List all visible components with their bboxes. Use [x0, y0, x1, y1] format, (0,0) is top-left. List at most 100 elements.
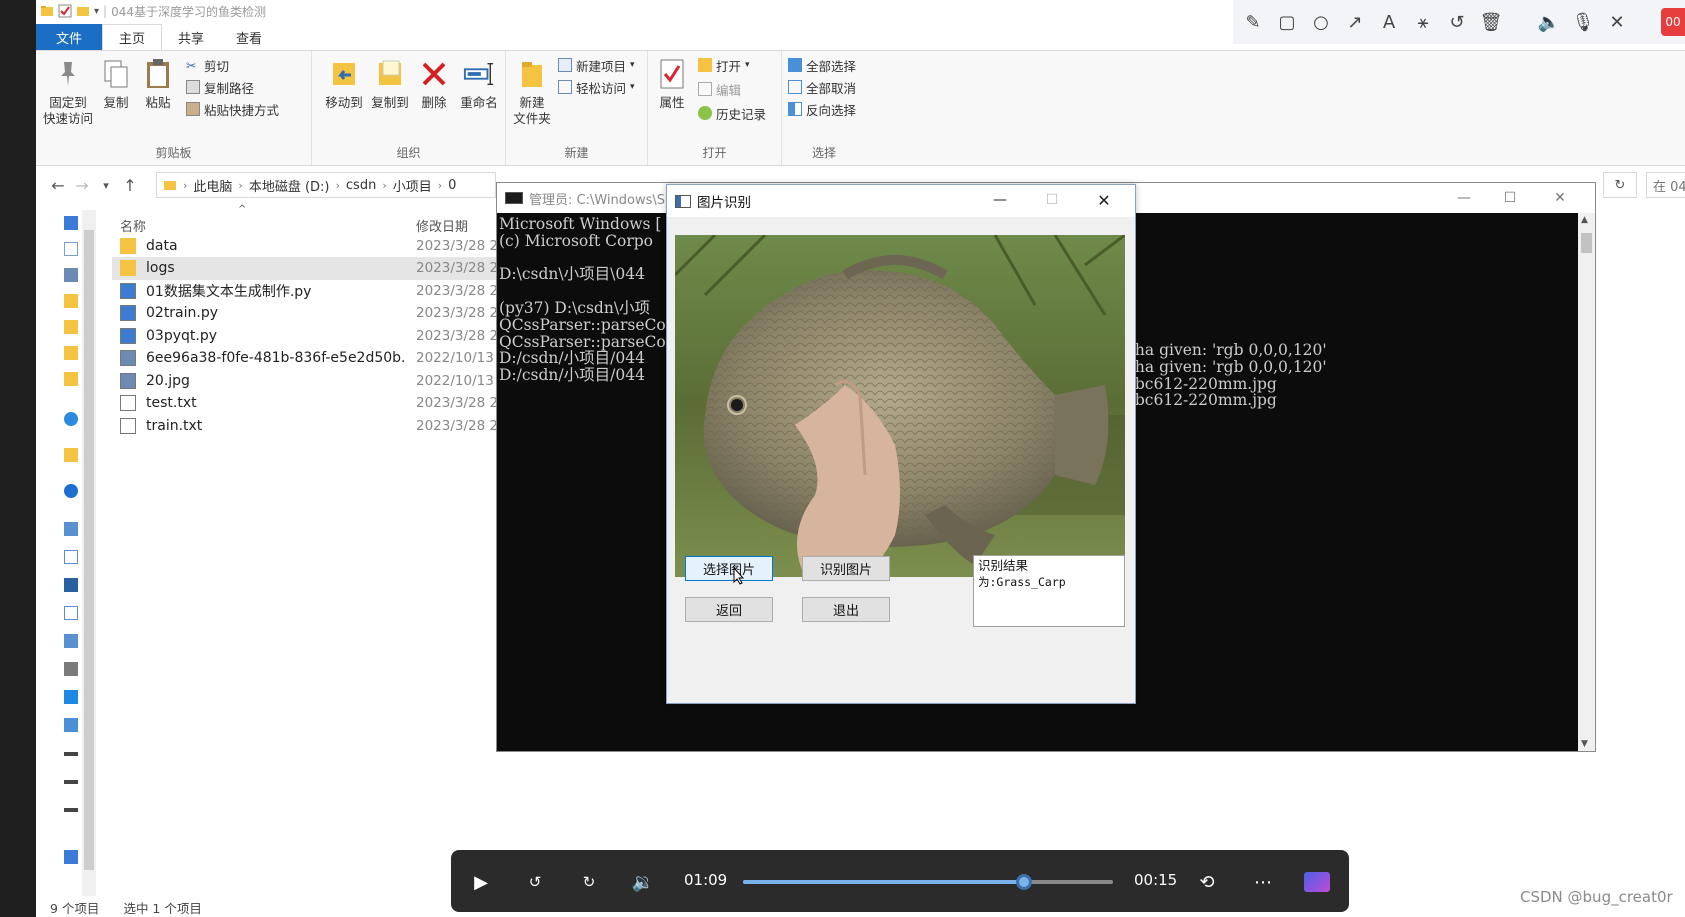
tab-home[interactable]: 主页 [102, 24, 163, 50]
breadcrumb-drive-d[interactable]: 本地磁盘 (D:) [249, 176, 330, 195]
new-folder-icon[interactable] [76, 4, 90, 18]
file-row[interactable]: test.txt 2023/3/28 2 [112, 392, 502, 415]
dialog-close-icon[interactable]: ✕ [1081, 185, 1127, 215]
downloads-icon[interactable] [64, 268, 78, 282]
copy-to-button[interactable]: 复制到 [368, 57, 412, 111]
file-row[interactable]: 01数据集文本生成制作.py 2023/3/28 2 [112, 279, 502, 302]
result-box[interactable]: 识别结果 为:Grass_Carp [973, 555, 1125, 627]
refresh-icon[interactable]: ↻ [1603, 172, 1637, 198]
dialog-minimize-icon[interactable]: — [977, 185, 1023, 215]
breadcrumb-small-projects[interactable]: 小项目 [393, 176, 432, 195]
tab-file[interactable]: 文件 [36, 24, 103, 50]
scroll-up-icon[interactable]: ▲ [1581, 215, 1588, 225]
paste-shortcut-button[interactable]: 粘贴快捷方式 [186, 99, 279, 119]
scroll-down-icon[interactable]: ▼ [1581, 739, 1588, 749]
folder-icon[interactable] [64, 294, 78, 308]
documents-icon[interactable] [64, 634, 78, 648]
local-disk-icon[interactable] [64, 752, 78, 756]
file-row[interactable]: data 2023/3/28 2 [112, 234, 502, 257]
clipchamp-icon[interactable] [1303, 868, 1331, 896]
play-icon[interactable]: ▶ [467, 868, 495, 896]
rename-button[interactable]: 重命名 [456, 57, 502, 111]
column-header-modified[interactable]: 修改日期 [416, 216, 468, 235]
volume-icon[interactable]: 🔉 [629, 868, 657, 896]
pictures-icon[interactable] [64, 606, 78, 620]
folder-icon[interactable] [64, 346, 78, 360]
3d-objects-icon[interactable] [64, 550, 78, 564]
repeat-off-icon[interactable]: ⟲ [1193, 868, 1221, 896]
copy-icon [100, 57, 132, 91]
file-row[interactable]: 02train.py 2023/3/28 2 [112, 302, 502, 325]
file-row[interactable]: 6ee96a38-f0fe-481b-836f-e5e2d50b... 2022/… [112, 347, 502, 370]
history-button[interactable]: 历史记录 [698, 103, 766, 123]
file-row[interactable]: logs 2023/3/28 2 [112, 256, 502, 280]
easy-access-button[interactable]: 轻松访问 ▾ [558, 77, 635, 97]
file-row[interactable]: train.txt 2023/3/28 2 [112, 414, 502, 437]
console-scrollbar[interactable]: ▲ ▼ [1578, 213, 1595, 751]
invert-selection-button[interactable]: 反向选择 [788, 99, 856, 119]
select-all-button[interactable]: 全部选择 [788, 55, 856, 75]
quick-access-dropdown-icon[interactable]: ▾ [94, 6, 99, 17]
nav-scrollbar-thumb[interactable] [84, 230, 94, 870]
back-button[interactable]: 返回 [685, 597, 773, 622]
paste-button[interactable]: 粘贴 [140, 57, 176, 111]
onedrive-icon[interactable] [64, 412, 78, 426]
address-bar[interactable]: › 此电脑 › 本地磁盘 (D:) › csdn › 小项目 › 0 [156, 172, 496, 198]
recent-dropdown-icon[interactable]: ▾ [94, 179, 118, 192]
console-scrollbar-thumb[interactable] [1581, 233, 1592, 253]
music-icon[interactable] [64, 690, 78, 704]
this-pc-icon[interactable] [64, 522, 78, 536]
folder-icon[interactable] [64, 448, 78, 462]
delete-button[interactable]: 删除 [416, 57, 452, 111]
network-icon[interactable] [64, 850, 78, 864]
edit-button[interactable]: 编辑 [698, 79, 741, 99]
console-maximize-icon[interactable]: ☐ [1487, 183, 1533, 213]
console-minimize-icon[interactable]: — [1441, 183, 1487, 213]
column-header-name[interactable]: 名称 [120, 216, 146, 235]
select-image-button[interactable]: 选择图片 [685, 556, 773, 581]
quick-access-icon[interactable] [64, 216, 78, 230]
up-arrow-icon[interactable]: ↑ [118, 176, 142, 195]
forward-arrow-icon[interactable]: → [70, 176, 94, 195]
desktop-icon[interactable] [64, 242, 78, 256]
downloads-icon[interactable] [64, 662, 78, 676]
properties-check-icon[interactable] [58, 4, 72, 18]
onedrive-icon[interactable] [64, 484, 78, 498]
console-close-icon[interactable]: ✕ [1537, 183, 1583, 213]
pin-to-quick-access-button[interactable]: 固定到 快速访问 [43, 57, 93, 127]
seek-bar-knob[interactable] [1016, 874, 1033, 890]
breadcrumb-current[interactable]: 0 [448, 178, 456, 193]
rewind-10-icon[interactable]: ↺ [521, 868, 549, 896]
desktop-icon[interactable] [64, 718, 78, 732]
open-button[interactable]: 打开 ▾ [698, 55, 750, 75]
dialog-maximize-icon[interactable]: ☐ [1029, 185, 1075, 215]
forward-30-icon[interactable]: ↻ [575, 868, 603, 896]
file-row[interactable]: 03pyqt.py 2023/3/28 2 [112, 324, 502, 347]
folder-icon[interactable] [64, 320, 78, 334]
breadcrumb-csdn[interactable]: csdn [346, 178, 376, 193]
search-input[interactable]: 在 04 [1646, 172, 1685, 198]
videos-icon[interactable] [64, 578, 78, 592]
move-to-button[interactable]: 移动到 [322, 57, 366, 111]
new-item-button[interactable]: 新建项目 ▾ [558, 55, 635, 75]
file-row[interactable]: 20.jpg 2022/10/13 [112, 369, 502, 392]
back-arrow-icon[interactable]: ← [46, 176, 70, 195]
folder-icon [120, 260, 136, 276]
folder-icon[interactable] [64, 372, 78, 386]
tab-share[interactable]: 共享 [162, 24, 220, 50]
breadcrumb-this-pc[interactable]: 此电脑 [193, 176, 232, 195]
nav-scrollbar[interactable] [82, 210, 96, 896]
recognize-image-button[interactable]: 识别图片 [802, 556, 890, 581]
select-none-button[interactable]: 全部取消 [788, 77, 856, 97]
cut-button[interactable]: ✂ 剪切 [186, 55, 229, 75]
seek-bar[interactable] [743, 874, 1113, 890]
properties-button[interactable]: 属性 [654, 57, 690, 111]
more-options-icon[interactable]: ⋯ [1249, 868, 1277, 896]
new-folder-button[interactable]: 新建 文件夹 [512, 57, 552, 127]
local-disk-icon[interactable] [64, 808, 78, 812]
exit-button[interactable]: 退出 [802, 597, 890, 622]
copy-button[interactable]: 复制 [98, 57, 134, 111]
tab-view[interactable]: 查看 [220, 24, 278, 50]
copy-path-button[interactable]: 复制路径 [186, 77, 254, 97]
local-disk-icon[interactable] [64, 780, 78, 784]
